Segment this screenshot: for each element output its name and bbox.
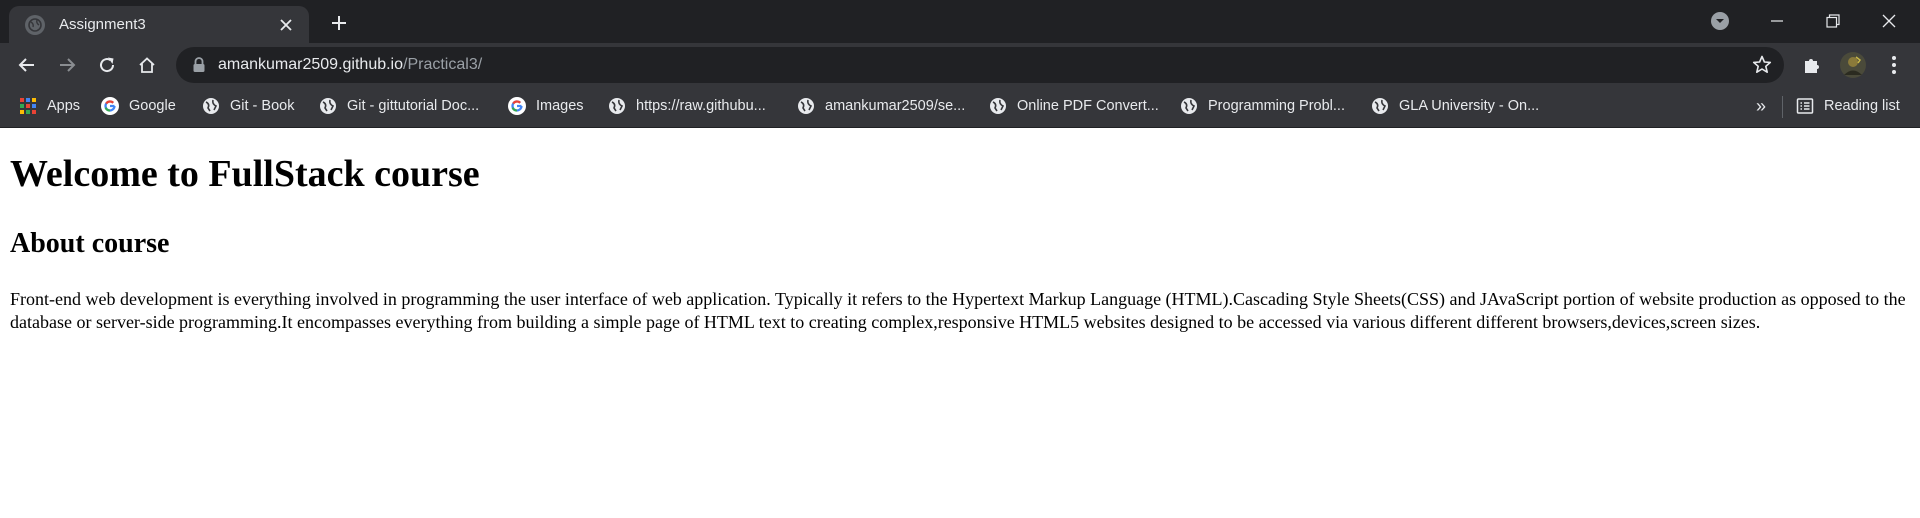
bookmark-label: Git - Book — [230, 98, 295, 114]
bookmark-apps[interactable]: Apps — [19, 86, 80, 126]
bookmark-google[interactable]: Google — [101, 86, 176, 126]
lock-icon[interactable] — [190, 56, 208, 74]
bookmark-star-icon[interactable] — [1752, 55, 1772, 75]
globe-icon — [1371, 97, 1389, 115]
google-icon — [508, 97, 526, 115]
tab-assignment3[interactable]: Assignment3 — [9, 6, 309, 43]
more-bookmarks-label: » — [1756, 95, 1767, 116]
bookmark-label: Images — [536, 98, 584, 114]
page-heading: Welcome to FullStack course — [10, 153, 480, 195]
reload-button[interactable] — [91, 49, 123, 81]
address-bar[interactable]: amankumar2509.github.io/Practical3/ — [176, 47, 1784, 83]
reading-list-icon — [1796, 97, 1814, 115]
bookmark-label: Online PDF Convert... — [1017, 98, 1159, 114]
page-subheading: About course — [10, 228, 170, 259]
globe-icon — [989, 97, 1007, 115]
bookmark-images[interactable]: Images — [508, 86, 584, 126]
close-window-button[interactable] — [1866, 4, 1912, 38]
reading-list-button[interactable]: Reading list — [1796, 86, 1900, 126]
toolbar-separator — [1782, 96, 1783, 118]
bookmark-programming-problems[interactable]: Programming Probl... — [1180, 86, 1345, 126]
bookmark-amankumar2509[interactable]: amankumar2509/se... — [797, 86, 965, 126]
bookmark-label: Apps — [47, 98, 81, 114]
url-host: amankumar2509.github.io — [218, 56, 404, 73]
bookmark-gla-university[interactable]: GLA University - On... — [1371, 86, 1539, 126]
reading-list-label: Reading list — [1824, 98, 1900, 114]
profile-avatar[interactable] — [1837, 49, 1869, 81]
tab-title: Assignment3 — [59, 16, 146, 33]
google-icon — [101, 97, 119, 115]
bookmark-label: Google — [129, 98, 176, 114]
globe-icon — [319, 97, 337, 115]
restore-button[interactable] — [1810, 4, 1856, 38]
home-button[interactable] — [131, 49, 163, 81]
url-text[interactable]: amankumar2509.github.io/Practical3/ — [218, 47, 482, 83]
url-path: /Practical3/ — [403, 56, 483, 73]
bookmark-git-book[interactable]: Git - Book — [202, 86, 294, 126]
minimize-button[interactable] — [1754, 4, 1800, 38]
bookmark-label: Git - gittutorial Doc... — [347, 98, 480, 114]
tab-search-button[interactable] — [1697, 4, 1743, 38]
globe-icon — [608, 97, 626, 115]
forward-button[interactable] — [51, 49, 83, 81]
tab-strip: Assignment3 — [0, 0, 1920, 43]
menu-kebab-icon[interactable] — [1878, 49, 1910, 81]
extensions-puzzle-icon[interactable] — [1796, 49, 1828, 81]
page-content: Welcome to FullStack course About course… — [0, 128, 1920, 518]
bookmark-label: Programming Probl... — [1208, 98, 1345, 114]
apps-grid-icon — [19, 97, 37, 115]
page-paragraph: Front-end web development is everything … — [10, 289, 1906, 332]
globe-icon — [1180, 97, 1198, 115]
globe-icon — [202, 97, 220, 115]
new-tab-button[interactable] — [325, 9, 353, 37]
back-button[interactable] — [11, 49, 43, 81]
globe-icon — [25, 14, 45, 35]
bookmarks-bar: Apps Google Git - Book Git - gittutorial… — [0, 86, 1920, 128]
globe-icon — [797, 97, 815, 115]
browser-toolbar: amankumar2509.github.io/Practical3/ — [0, 43, 1920, 86]
more-bookmarks-button[interactable]: » — [1756, 86, 1766, 126]
bookmark-label: amankumar2509/se... — [825, 98, 966, 114]
bookmark-label: GLA University - On... — [1399, 98, 1540, 114]
bookmark-git-gittutorial[interactable]: Git - gittutorial Doc... — [319, 86, 479, 126]
close-tab-icon[interactable] — [275, 14, 297, 36]
bookmark-raw-githubusercontent[interactable]: https://raw.githubu... — [608, 86, 766, 126]
bookmark-online-pdf-converter[interactable]: Online PDF Convert... — [989, 86, 1159, 126]
bookmark-label: https://raw.githubu... — [636, 98, 766, 114]
